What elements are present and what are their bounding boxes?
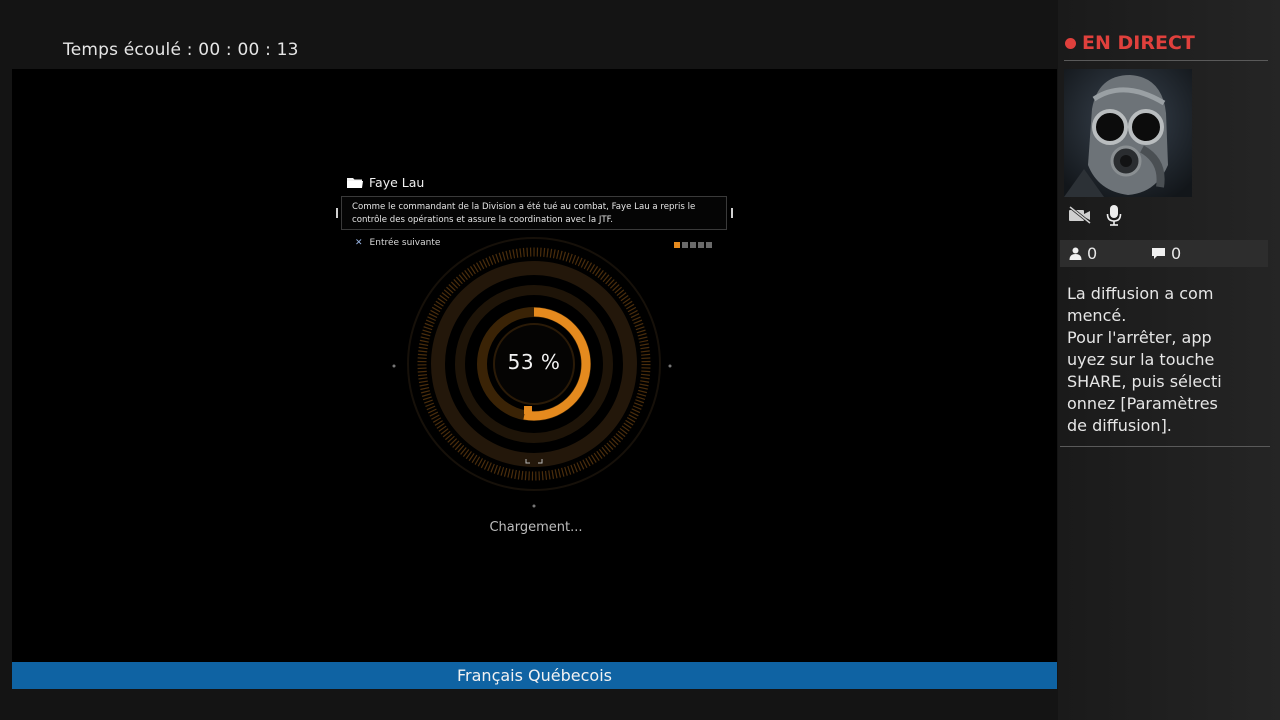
language-bar: Français Québecois bbox=[12, 662, 1057, 689]
camera-off-icon[interactable] bbox=[1068, 206, 1092, 224]
viewers-count: 0 bbox=[1069, 244, 1097, 263]
gas-mask-avatar bbox=[1064, 69, 1192, 197]
message-line: mencé. bbox=[1067, 306, 1127, 325]
avatar-image bbox=[1064, 69, 1192, 197]
folder-icon bbox=[347, 177, 363, 188]
viewers-value: 0 bbox=[1087, 244, 1098, 263]
comments-count: 0 bbox=[1151, 244, 1181, 263]
elapsed-label: Temps écoulé bbox=[63, 40, 182, 60]
message-line: SHARE, puis sélecti bbox=[1067, 372, 1222, 391]
media-controls bbox=[1068, 204, 1122, 226]
comment-icon bbox=[1152, 248, 1165, 259]
microphone-icon[interactable] bbox=[1106, 204, 1122, 226]
live-indicator: EN DIRECT bbox=[1065, 32, 1195, 54]
entry-right-bracket bbox=[731, 208, 733, 218]
loading-percent: 53 % bbox=[507, 350, 561, 374]
cross-button-icon: ✕ bbox=[355, 238, 363, 248]
broadcast-message: La diffusion a com mencé. Pour l'arrêter, … bbox=[1067, 283, 1257, 437]
message-line: de diffusion]. bbox=[1067, 416, 1172, 435]
entry-title: Faye Lau bbox=[369, 175, 425, 190]
message-line: onnez [Paramètres bbox=[1067, 394, 1218, 413]
message-line: uyez sur la touche bbox=[1067, 350, 1215, 369]
progress-marker bbox=[524, 406, 532, 414]
language-label: Français Québecois bbox=[457, 666, 612, 685]
message-line: Pour l'arrêter, app bbox=[1067, 328, 1212, 347]
broadcast-stats: 0 0 bbox=[1060, 240, 1268, 267]
elapsed-separator: : bbox=[186, 40, 193, 60]
viewer-icon bbox=[1069, 247, 1082, 260]
live-dot-icon bbox=[1065, 37, 1076, 49]
loading-label: Chargement... bbox=[489, 520, 583, 535]
pager-dot bbox=[690, 242, 696, 248]
message-line: La diffusion a com bbox=[1067, 284, 1214, 303]
comments-value: 0 bbox=[1171, 244, 1182, 263]
entry-header: Faye Lau bbox=[347, 175, 424, 190]
entry-left-bracket bbox=[336, 208, 338, 218]
loading-indicator: 53 % bbox=[384, 214, 684, 514]
live-label: EN DIRECT bbox=[1082, 32, 1195, 54]
divider bbox=[1064, 60, 1268, 61]
pager-dot bbox=[698, 242, 704, 248]
divider bbox=[1060, 446, 1270, 447]
pager-dot bbox=[706, 242, 712, 248]
elapsed-time: Temps écoulé : 00 : 00 : 13 bbox=[63, 40, 299, 60]
entry-text-line: Comme le commandant de la Division a été… bbox=[352, 202, 696, 212]
elapsed-value: 00 : 00 : 13 bbox=[198, 40, 299, 60]
